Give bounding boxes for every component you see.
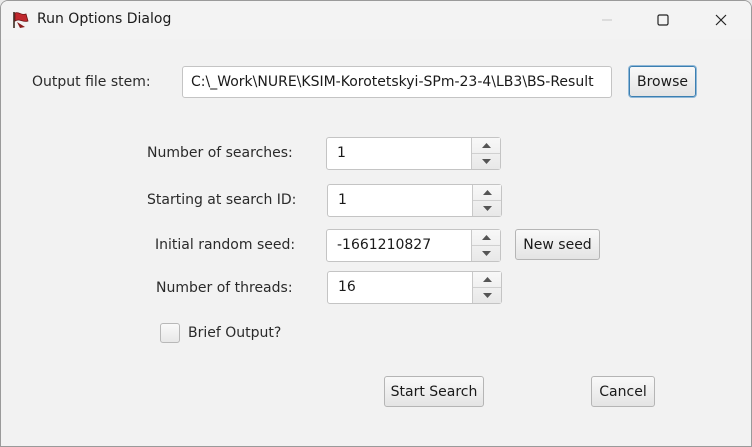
number-of-threads-label: Number of threads:: [156, 280, 293, 296]
arrow-up-icon: [482, 276, 492, 282]
decrement-button[interactable]: [473, 288, 501, 304]
output-file-stem-input[interactable]: C:\_Work\NURE\KSIM-Korotetskyi-SPm-23-4\…: [182, 66, 612, 98]
minimize-icon: [601, 14, 613, 26]
start-search-button[interactable]: Start Search: [384, 376, 484, 407]
increment-button[interactable]: [473, 185, 501, 201]
decrement-button[interactable]: [472, 246, 500, 262]
close-button[interactable]: [698, 1, 744, 39]
dialog-content: Output file stem: C:\_Work\NURE\KSIM-Kor…: [1, 39, 751, 446]
decrement-button[interactable]: [472, 154, 500, 170]
initial-random-seed-spinner[interactable]: -1661210827: [326, 229, 501, 262]
increment-button[interactable]: [472, 230, 500, 246]
brief-output-label[interactable]: Brief Output?: [188, 325, 281, 341]
arrow-up-icon: [482, 189, 492, 195]
maximize-icon: [657, 14, 669, 26]
number-of-searches-value[interactable]: 1: [337, 138, 346, 169]
number-of-threads-spinner[interactable]: 16: [327, 271, 502, 304]
initial-random-seed-label: Initial random seed:: [155, 237, 296, 253]
close-icon: [715, 14, 727, 26]
run-options-dialog: Run Options Dialog Output file stem: C:\…: [0, 0, 752, 447]
decrement-button[interactable]: [473, 201, 501, 217]
brief-output-checkbox[interactable]: [160, 323, 180, 343]
spinner-buttons: [471, 230, 500, 261]
browse-button[interactable]: Browse: [629, 66, 696, 97]
minimize-button[interactable]: [584, 1, 630, 39]
initial-random-seed-value[interactable]: -1661210827: [337, 230, 431, 261]
spinner-buttons: [471, 138, 500, 169]
spinner-buttons: [472, 272, 501, 303]
arrow-down-icon: [481, 250, 491, 256]
cancel-button[interactable]: Cancel: [591, 376, 655, 407]
starting-search-id-label: Starting at search ID:: [147, 192, 297, 208]
arrow-down-icon: [481, 158, 491, 164]
title-bar[interactable]: Run Options Dialog: [1, 1, 751, 39]
spinner-buttons: [472, 185, 501, 216]
app-icon: [11, 10, 31, 30]
arrow-up-icon: [481, 234, 491, 240]
new-seed-button[interactable]: New seed: [515, 229, 600, 260]
starting-search-id-spinner[interactable]: 1: [327, 184, 502, 217]
arrow-down-icon: [482, 292, 492, 298]
arrow-down-icon: [482, 205, 492, 211]
number-of-searches-label: Number of searches:: [147, 145, 293, 161]
number-of-searches-spinner[interactable]: 1: [326, 137, 501, 170]
starting-search-id-value[interactable]: 1: [338, 185, 347, 216]
number-of-threads-value[interactable]: 16: [338, 272, 356, 303]
increment-button[interactable]: [472, 138, 500, 154]
arrow-up-icon: [481, 142, 491, 148]
window-title: Run Options Dialog: [37, 11, 172, 27]
increment-button[interactable]: [473, 272, 501, 288]
maximize-button[interactable]: [640, 1, 686, 39]
output-file-stem-label: Output file stem:: [32, 74, 151, 90]
